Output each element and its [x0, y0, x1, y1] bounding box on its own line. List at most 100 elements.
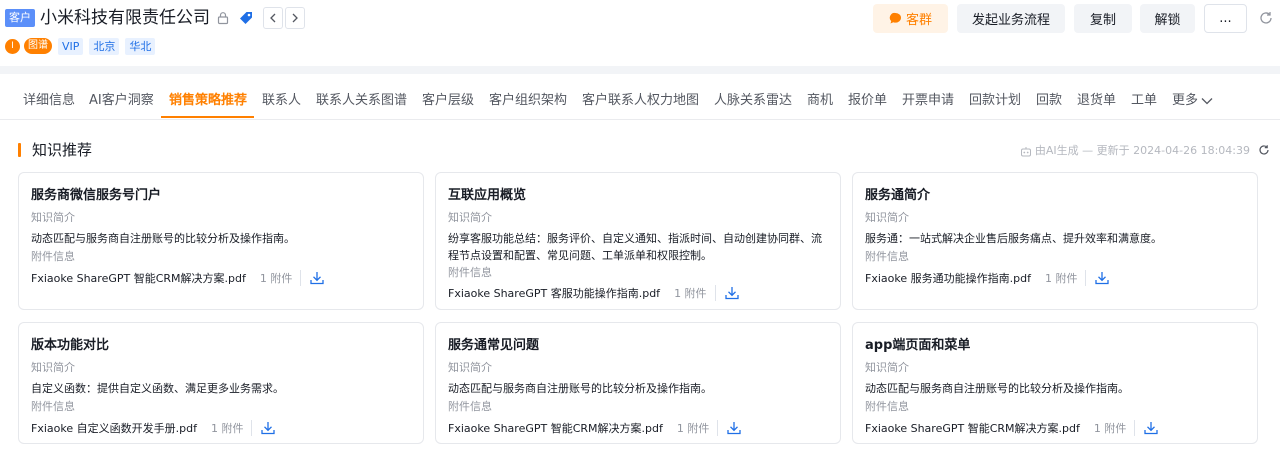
card-description: 动态匹配与服务商自注册账号的比较分析及操作指南。: [865, 382, 1129, 395]
tab-invoice[interactable]: 开票申请: [902, 93, 954, 109]
tab-return-order[interactable]: 退货单: [1077, 93, 1116, 109]
copy-button[interactable]: 复制: [1074, 4, 1132, 33]
attachment-count: 1 附件: [259, 272, 293, 285]
attachment-row: Fxiaoke ShareGPT 客服功能操作指南.pdf 1 附件: [448, 284, 740, 302]
card-title: app端页面和菜单: [865, 338, 971, 353]
download-icon[interactable]: [724, 285, 740, 301]
attachment-count: 1 附件: [1044, 272, 1078, 285]
graph-badge[interactable]: 图谱: [24, 38, 52, 54]
attachment-separator: [714, 285, 716, 301]
header-divider: [0, 66, 1280, 74]
tag-beijing: 北京: [89, 37, 120, 55]
card-description: 自定义函数：提供自定义函数、满足更多业务需求。: [31, 382, 284, 395]
attachment-file[interactable]: Fxiaoke ShareGPT 智能CRM解决方案.pdf: [31, 270, 246, 286]
attachment-separator: [717, 420, 719, 436]
tab-work-order[interactable]: 工单: [1131, 93, 1157, 109]
card-description: 动态匹配与服务商自注册账号的比较分析及操作指南。: [31, 232, 295, 245]
object-type-tag: 客户: [5, 9, 35, 27]
knowledge-card[interactable]: 服务商微信服务号门户 知识简介 动态匹配与服务商自注册账号的比较分析及操作指南。…: [18, 172, 424, 310]
intro-label: 知识简介: [865, 361, 909, 374]
knowledge-card[interactable]: 服务通常见问题 知识简介 动态匹配与服务商自注册账号的比较分析及操作指南。 附件…: [435, 322, 841, 444]
robot-icon: [1020, 146, 1031, 156]
download-icon[interactable]: [1143, 420, 1159, 436]
chevron-down-icon: [1201, 98, 1213, 105]
card-title: 服务商微信服务号门户: [31, 188, 162, 203]
section-accent-bar: [18, 143, 21, 157]
kequn-button[interactable]: 客群: [873, 4, 948, 33]
attachment-count: 1 附件: [674, 287, 707, 300]
tag-vip: VIP: [58, 37, 84, 55]
attachment-label: 附件信息: [31, 400, 75, 413]
attachment-label: 附件信息: [865, 250, 909, 263]
tag-icon[interactable]: [237, 9, 255, 27]
tab-contacts[interactable]: 联系人: [262, 93, 301, 109]
tab-customer-level[interactable]: 客户层级: [422, 93, 474, 109]
attachment-separator: [1085, 270, 1087, 286]
kequn-label: 客群: [905, 13, 932, 28]
tab-more[interactable]: 更多: [1172, 93, 1213, 109]
intro-label: 知识简介: [448, 361, 492, 374]
chevron-left-icon[interactable]: [263, 7, 283, 29]
section-title: 知识推荐: [32, 141, 93, 159]
intro-label: 知识简介: [865, 211, 909, 224]
attachment-separator: [300, 270, 302, 286]
knowledge-card[interactable]: 服务通简介 知识简介 服务通：一站式解决企业售后服务痛点、提升效率和满意度。 附…: [852, 172, 1258, 310]
tab-more-label: 更多: [1172, 93, 1199, 108]
refresh-icon[interactable]: [1258, 10, 1274, 26]
download-icon[interactable]: [1094, 270, 1110, 286]
source-dot: I: [5, 38, 20, 54]
tab-quote[interactable]: 报价单: [848, 93, 887, 109]
download-icon[interactable]: [260, 420, 276, 436]
start-flow-button[interactable]: 发起业务流程: [957, 4, 1065, 33]
tab-opportunity[interactable]: 商机: [807, 93, 833, 109]
attachment-file[interactable]: Fxiaoke ShareGPT 客服功能操作指南.pdf: [448, 285, 660, 301]
attachment-label: 附件信息: [448, 400, 492, 413]
attachment-count: 1 附件: [210, 422, 244, 435]
knowledge-card[interactable]: 互联应用概览 知识简介 纷享客服功能总结：服务评价、自定义通知、指派时间、自动创…: [435, 172, 841, 310]
tag-huabei: 华北: [125, 37, 156, 55]
chevron-right-icon[interactable]: [285, 7, 305, 29]
card-description: 服务通：一站式解决企业售后服务痛点、提升效率和满意度。: [865, 232, 1162, 245]
active-tab-indicator: [161, 116, 254, 118]
tab-network-radar[interactable]: 人脉关系雷达: [714, 93, 792, 109]
tab-payment-plan[interactable]: 回款计划: [969, 93, 1021, 109]
attachment-label: 附件信息: [31, 250, 75, 263]
attachment-label: 附件信息: [865, 400, 909, 413]
download-icon[interactable]: [726, 420, 742, 436]
attachment-file[interactable]: Fxiaoke ShareGPT 智能CRM解决方案.pdf: [448, 420, 663, 436]
attachment-row: Fxiaoke 服务通功能操作指南.pdf 1 附件: [865, 269, 1110, 287]
attachment-row: Fxiaoke ShareGPT 智能CRM解决方案.pdf 1 附件: [31, 269, 325, 287]
intro-label: 知识简介: [31, 211, 75, 224]
attachment-file[interactable]: Fxiaoke ShareGPT 智能CRM解决方案.pdf: [865, 420, 1080, 436]
attachment-separator: [1134, 420, 1136, 436]
attachment-file[interactable]: Fxiaoke 服务通功能操作指南.pdf: [865, 270, 1031, 286]
tab-org-structure[interactable]: 客户组织架构: [489, 93, 567, 109]
lock-icon[interactable]: [214, 9, 232, 27]
card-title: 服务通常见问题: [448, 338, 540, 353]
page-header: 客户 小米科技有限责任公司 I 图谱 VIP 北京 华北 客群 发起业务流程 复…: [0, 0, 1280, 66]
card-title: 互联应用概览: [448, 188, 527, 203]
attachment-count: 1 附件: [1093, 422, 1127, 435]
attachment-row: Fxiaoke ShareGPT 智能CRM解决方案.pdf 1 附件: [448, 419, 742, 437]
tab-contact-graph[interactable]: 联系人关系图谱: [316, 93, 407, 109]
tab-sales-strategy[interactable]: 销售策略推荐: [169, 93, 247, 109]
tab-payment[interactable]: 回款: [1036, 93, 1062, 109]
more-actions-button[interactable]: ...: [1204, 4, 1247, 33]
attachment-count: 1 附件: [676, 422, 710, 435]
knowledge-card[interactable]: app端页面和菜单 知识简介 动态匹配与服务商自注册账号的比较分析及操作指南。 …: [852, 322, 1258, 444]
tab-detail[interactable]: 详细信息: [23, 93, 75, 109]
intro-label: 知识简介: [31, 361, 75, 374]
intro-label: 知识简介: [448, 211, 492, 224]
unlock-button[interactable]: 解锁: [1140, 4, 1195, 33]
refresh-recommendations-icon[interactable]: [1258, 144, 1270, 156]
tab-power-map[interactable]: 客户联系人权力地图: [582, 93, 699, 109]
ai-generated-note: 由AI生成 — 更新于 2024-04-26 18:04:39: [1020, 144, 1250, 158]
knowledge-card[interactable]: 版本功能对比 知识简介 自定义函数：提供自定义函数、满足更多业务需求。 附件信息…: [18, 322, 424, 444]
company-name: 小米科技有限责任公司: [40, 8, 210, 28]
tag-row: I 图谱 VIP 北京 华北: [5, 37, 156, 55]
tab-ai-insight[interactable]: AI客户洞察: [89, 93, 154, 109]
attachment-file[interactable]: Fxiaoke 自定义函数开发手册.pdf: [31, 420, 197, 436]
attachment-row: Fxiaoke 自定义函数开发手册.pdf 1 附件: [31, 419, 276, 437]
download-icon[interactable]: [309, 270, 325, 286]
card-description: 动态匹配与服务商自注册账号的比较分析及操作指南。: [448, 382, 712, 395]
